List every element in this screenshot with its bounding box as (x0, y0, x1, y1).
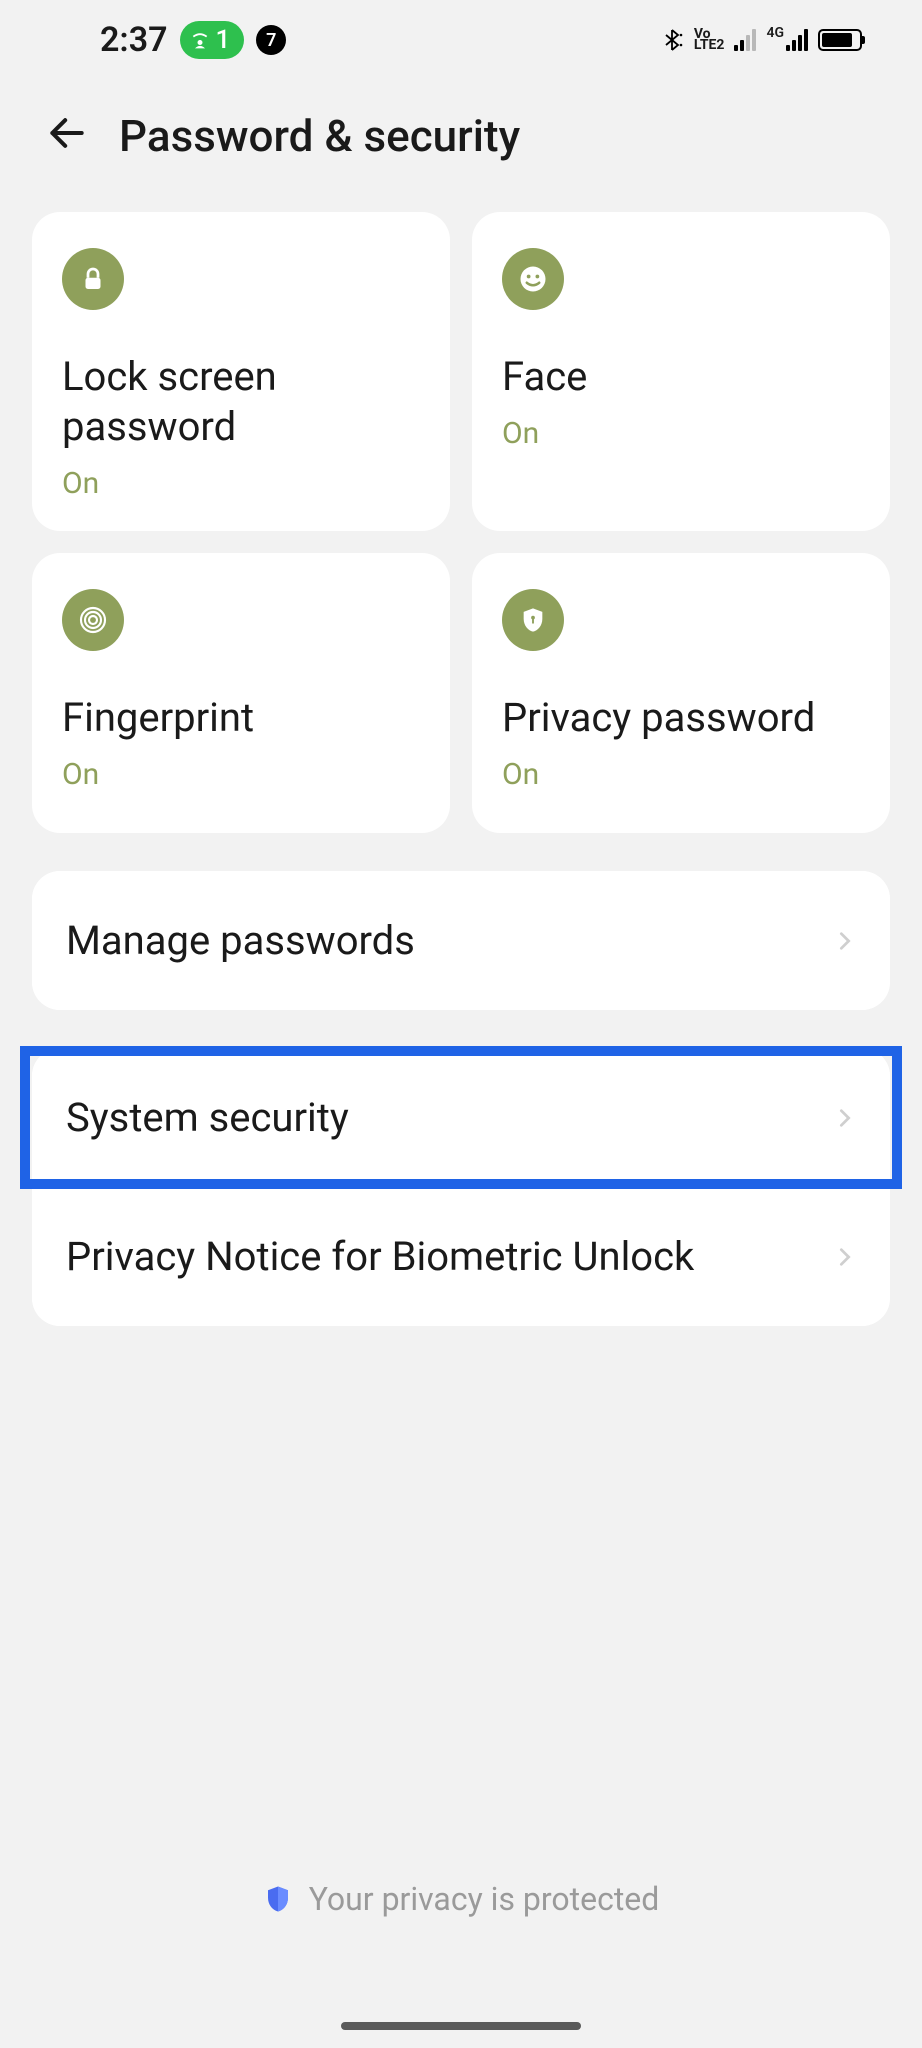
card-face[interactable]: Face On (472, 212, 890, 531)
card-status: On (502, 416, 860, 451)
chevron-right-icon (834, 1098, 856, 1138)
card-fingerprint[interactable]: Fingerprint On (32, 553, 450, 833)
network-label: 4G (766, 25, 784, 41)
status-notification-pill[interactable]: 1 (180, 21, 245, 59)
privacy-footer: Your privacy is protected (0, 1880, 922, 1918)
list-manage: Manage passwords (32, 871, 890, 1010)
home-indicator[interactable] (341, 2022, 581, 2030)
card-status: On (62, 757, 420, 792)
list-system: System security Privacy Notice for Biome… (32, 1048, 890, 1326)
status-bar: 2:37 1 7 Vo LTE2 4G (0, 0, 922, 70)
person-hotspot-icon (190, 30, 210, 50)
list-item-label: Manage passwords (66, 917, 415, 964)
page-header: Password & security (0, 70, 922, 212)
card-title: Lock screen password (62, 352, 420, 452)
chevron-right-icon (834, 921, 856, 961)
privacy-shield-icon (263, 1884, 293, 1914)
face-icon (502, 248, 564, 310)
card-lock-screen-password[interactable]: Lock screen password On (32, 212, 450, 531)
card-title: Face (502, 352, 860, 402)
card-title: Fingerprint (62, 693, 420, 743)
shield-icon (502, 589, 564, 651)
card-privacy-password[interactable]: Privacy password On (472, 553, 890, 833)
security-card-grid: Lock screen password On Face On Fingerpr… (0, 212, 922, 833)
back-arrow-icon[interactable] (45, 111, 89, 162)
signal-bars-1 (734, 29, 756, 51)
footer-text: Your privacy is protected (309, 1880, 660, 1918)
pill-count: 1 (216, 25, 231, 55)
list-item-label: System security (66, 1094, 349, 1141)
bluetooth-icon (660, 28, 684, 52)
badge-count: 7 (266, 30, 276, 51)
item-manage-passwords[interactable]: Manage passwords (32, 871, 890, 1010)
lock-icon (62, 248, 124, 310)
item-system-security[interactable]: System security (32, 1048, 890, 1187)
item-privacy-notice[interactable]: Privacy Notice for Biometric Unlock (32, 1187, 890, 1326)
volte-indicator: Vo LTE2 (694, 29, 725, 51)
status-time: 2:37 (100, 20, 168, 60)
status-left: 2:37 1 7 (100, 20, 286, 60)
status-right: Vo LTE2 4G (660, 28, 862, 52)
battery-icon (818, 29, 862, 51)
card-title: Privacy password (502, 693, 860, 743)
status-badge[interactable]: 7 (256, 25, 286, 55)
page-title: Password & security (119, 110, 520, 162)
signal-bars-2 (786, 29, 808, 51)
chevron-right-icon (834, 1237, 856, 1277)
list-item-label: Privacy Notice for Biometric Unlock (66, 1233, 694, 1280)
fingerprint-icon (62, 589, 124, 651)
card-status: On (502, 757, 860, 792)
card-status: On (62, 466, 420, 501)
